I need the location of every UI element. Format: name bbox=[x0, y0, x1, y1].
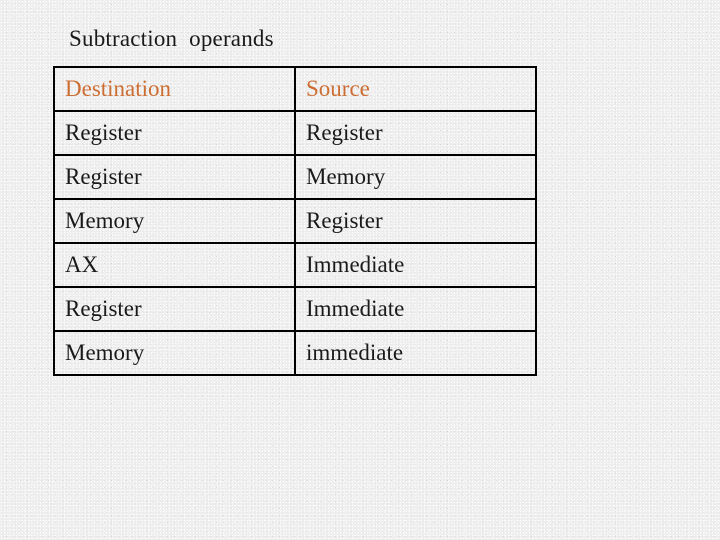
cell-destination: AX bbox=[53, 242, 296, 288]
table-header-row: Destination Source bbox=[53, 66, 537, 112]
cell-source: Memory bbox=[294, 154, 537, 200]
table-row: Register Immediate bbox=[53, 286, 537, 332]
table-row: AX Immediate bbox=[53, 242, 537, 288]
table-row: Memory immediate bbox=[53, 330, 537, 376]
table-header: Destination Source bbox=[53, 66, 537, 112]
table-body: Register Register Register Memory Memory… bbox=[53, 110, 537, 376]
cell-destination: Memory bbox=[53, 330, 296, 376]
column-header-destination: Destination bbox=[53, 66, 296, 112]
table-row: Register Register bbox=[53, 110, 537, 156]
subtraction-operands-table: Destination Source Register Register Reg… bbox=[53, 66, 537, 376]
cell-source: immediate bbox=[294, 330, 537, 376]
cell-source: Immediate bbox=[294, 286, 537, 332]
cell-source: Immediate bbox=[294, 242, 537, 288]
cell-destination: Register bbox=[53, 110, 296, 156]
cell-source: Register bbox=[294, 110, 537, 156]
cell-source: Register bbox=[294, 198, 537, 244]
page-title: Subtraction operands bbox=[69, 26, 274, 51]
table-row: Memory Register bbox=[53, 198, 537, 244]
cell-destination: Register bbox=[53, 154, 296, 200]
cell-destination: Register bbox=[53, 286, 296, 332]
column-header-source: Source bbox=[294, 66, 537, 112]
table-row: Register Memory bbox=[53, 154, 537, 200]
cell-destination: Memory bbox=[53, 198, 296, 244]
